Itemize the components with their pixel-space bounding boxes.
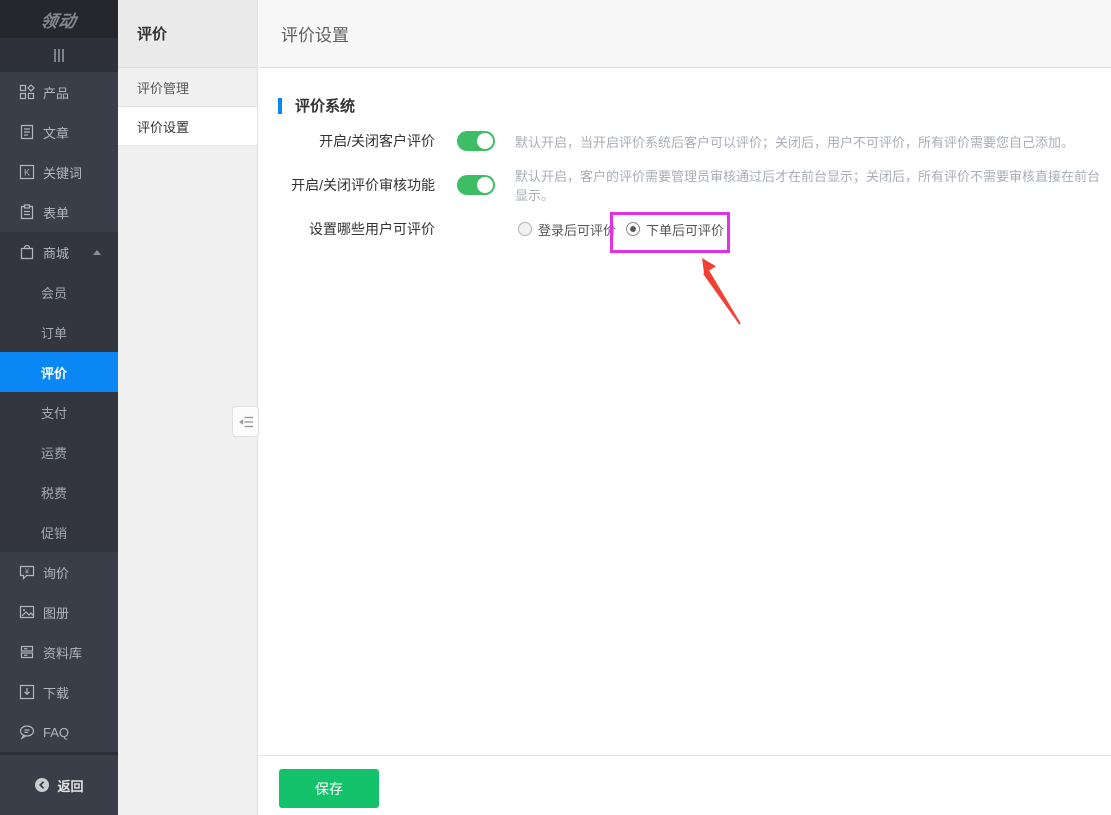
setting-description: 默认开启，当开启评价系统后客户可以评价；关闭后，用户不可评价，所有评价需要您自己…: [515, 132, 1074, 151]
grid-icon: [19, 84, 35, 100]
sidebar-item-inquiry[interactable]: ¥ 询价: [0, 552, 118, 592]
sidebar-item-label: FAQ: [43, 725, 69, 740]
logo-text: 领动: [39, 7, 79, 32]
sidebar-collapse-button[interactable]: [0, 38, 118, 72]
sidebar-item-forms[interactable]: 表单: [0, 192, 118, 232]
shopping-bag-icon: [19, 244, 35, 260]
logo[interactable]: 领动: [0, 0, 118, 38]
database-drawers-icon: [19, 644, 35, 660]
sidebar-item-label: 关键词: [43, 163, 82, 182]
download-icon: [19, 684, 35, 700]
panel-collapse-handle[interactable]: [232, 406, 259, 437]
sidebar-item-label: 资料库: [43, 643, 82, 662]
back-button[interactable]: 返回: [0, 752, 118, 815]
sidebar-subitem-members[interactable]: 会员: [0, 272, 118, 312]
sidebar-item-label: 文章: [43, 123, 69, 142]
keyword-k-icon: K: [19, 164, 35, 180]
sidebar-subitem-tax[interactable]: 税费: [0, 472, 118, 512]
svg-text:K: K: [24, 168, 30, 178]
setting-row-enable-reviews: 开启/关闭客户评价 默认开启，当开启评价系统后客户可以评价；关闭后，用户不可评价…: [259, 127, 1111, 155]
submenu-panel-title: 评价: [118, 0, 257, 68]
sidebar-item-download[interactable]: 下载: [0, 672, 118, 712]
sidebar-item-faq[interactable]: FAQ: [0, 712, 118, 752]
section-title: 评价系统: [278, 95, 355, 116]
setting-description: 默认开启，客户的评价需要管理员审核通过后才在前台显示；关闭后，所有评价不需要审核…: [515, 166, 1111, 204]
setting-label: 开启/关闭客户评价: [259, 131, 435, 151]
section-accent-bar: [278, 98, 282, 114]
faq-bubble-icon: [19, 724, 35, 740]
radio-label: 登录后可评价: [538, 220, 616, 239]
sidebar-item-shop[interactable]: 商城: [0, 232, 118, 272]
settings-content: 评价系统 开启/关闭客户评价 默认开启，当开启评价系统后客户可以评价；关闭后，用…: [259, 68, 1111, 755]
sidebar-subitem-orders[interactable]: 订单: [0, 312, 118, 352]
sidebar-item-gallery[interactable]: 图册: [0, 592, 118, 632]
toggle-knob: [477, 177, 493, 193]
setting-row-review-audit: 开启/关闭评价审核功能 默认开启，客户的评价需要管理员审核通过后才在前台显示；关…: [259, 171, 1111, 199]
sidebar-item-products[interactable]: 产品: [0, 72, 118, 112]
sidebar-item-label: 图册: [43, 603, 69, 622]
sidebar-subitem-shipping[interactable]: 运费: [0, 432, 118, 472]
toggle-knob: [477, 133, 493, 149]
submenu-item-review-management[interactable]: 评价管理: [118, 68, 257, 107]
sidebar-item-keywords[interactable]: K 关键词: [0, 152, 118, 192]
radio-unselected-icon[interactable]: [518, 222, 532, 236]
main-area: 评价设置 评价系统 开启/关闭客户评价 默认开启，当开启评价系统后客户可以评价；…: [259, 0, 1111, 815]
vertical-bars-icon: [54, 49, 56, 62]
sidebar-item-articles[interactable]: 文章: [0, 112, 118, 152]
radio-label: 下单后可评价: [646, 220, 724, 239]
footer-bar: 保存: [259, 755, 1111, 815]
who-can-review-radio-group: 登录后可评价 下单后可评价: [518, 220, 724, 239]
clipboard-icon: [19, 204, 35, 220]
document-icon: [19, 124, 35, 140]
inquiry-bubble-icon: ¥: [19, 564, 35, 580]
enable-reviews-toggle[interactable]: [457, 131, 495, 151]
radio-option-after-login[interactable]: 登录后可评价: [518, 220, 616, 239]
radio-option-after-order[interactable]: 下单后可评价: [626, 220, 724, 239]
sidebar: 领动 产品 文章 K 关键词 表单: [0, 0, 118, 815]
outdent-icon: [238, 415, 254, 429]
save-button[interactable]: 保存: [279, 769, 379, 808]
setting-label: 开启/关闭评价审核功能: [259, 175, 435, 195]
sidebar-item-library[interactable]: 资料库: [0, 632, 118, 672]
section-title-text: 评价系统: [295, 95, 355, 116]
sidebar-item-label: 产品: [43, 83, 69, 102]
sidebar-item-label: 询价: [43, 563, 69, 582]
sidebar-nav: 产品 文章 K 关键词 表单 商城: [0, 72, 118, 752]
image-icon: [19, 604, 35, 620]
back-circle-icon: [34, 777, 50, 793]
sidebar-item-label: 表单: [43, 203, 69, 222]
page-title: 评价设置: [259, 0, 1111, 68]
radio-selected-icon[interactable]: [626, 222, 640, 236]
sidebar-subitem-payment[interactable]: 支付: [0, 392, 118, 432]
chevron-up-icon: [93, 250, 101, 255]
submenu-item-review-settings[interactable]: 评价设置: [118, 107, 257, 146]
sidebar-item-label: 商城: [43, 243, 69, 262]
sidebar-item-label: 下载: [43, 683, 69, 702]
sidebar-subitem-reviews[interactable]: 评价: [0, 352, 118, 392]
sidebar-subitem-promotion[interactable]: 促销: [0, 512, 118, 552]
review-audit-toggle[interactable]: [457, 175, 495, 195]
svg-text:¥: ¥: [25, 569, 29, 576]
back-label: 返回: [57, 776, 83, 795]
setting-label: 设置哪些用户可评价: [259, 219, 435, 239]
setting-row-who-can-review: 设置哪些用户可评价 登录后可评价 下单后可评价: [259, 215, 1111, 243]
